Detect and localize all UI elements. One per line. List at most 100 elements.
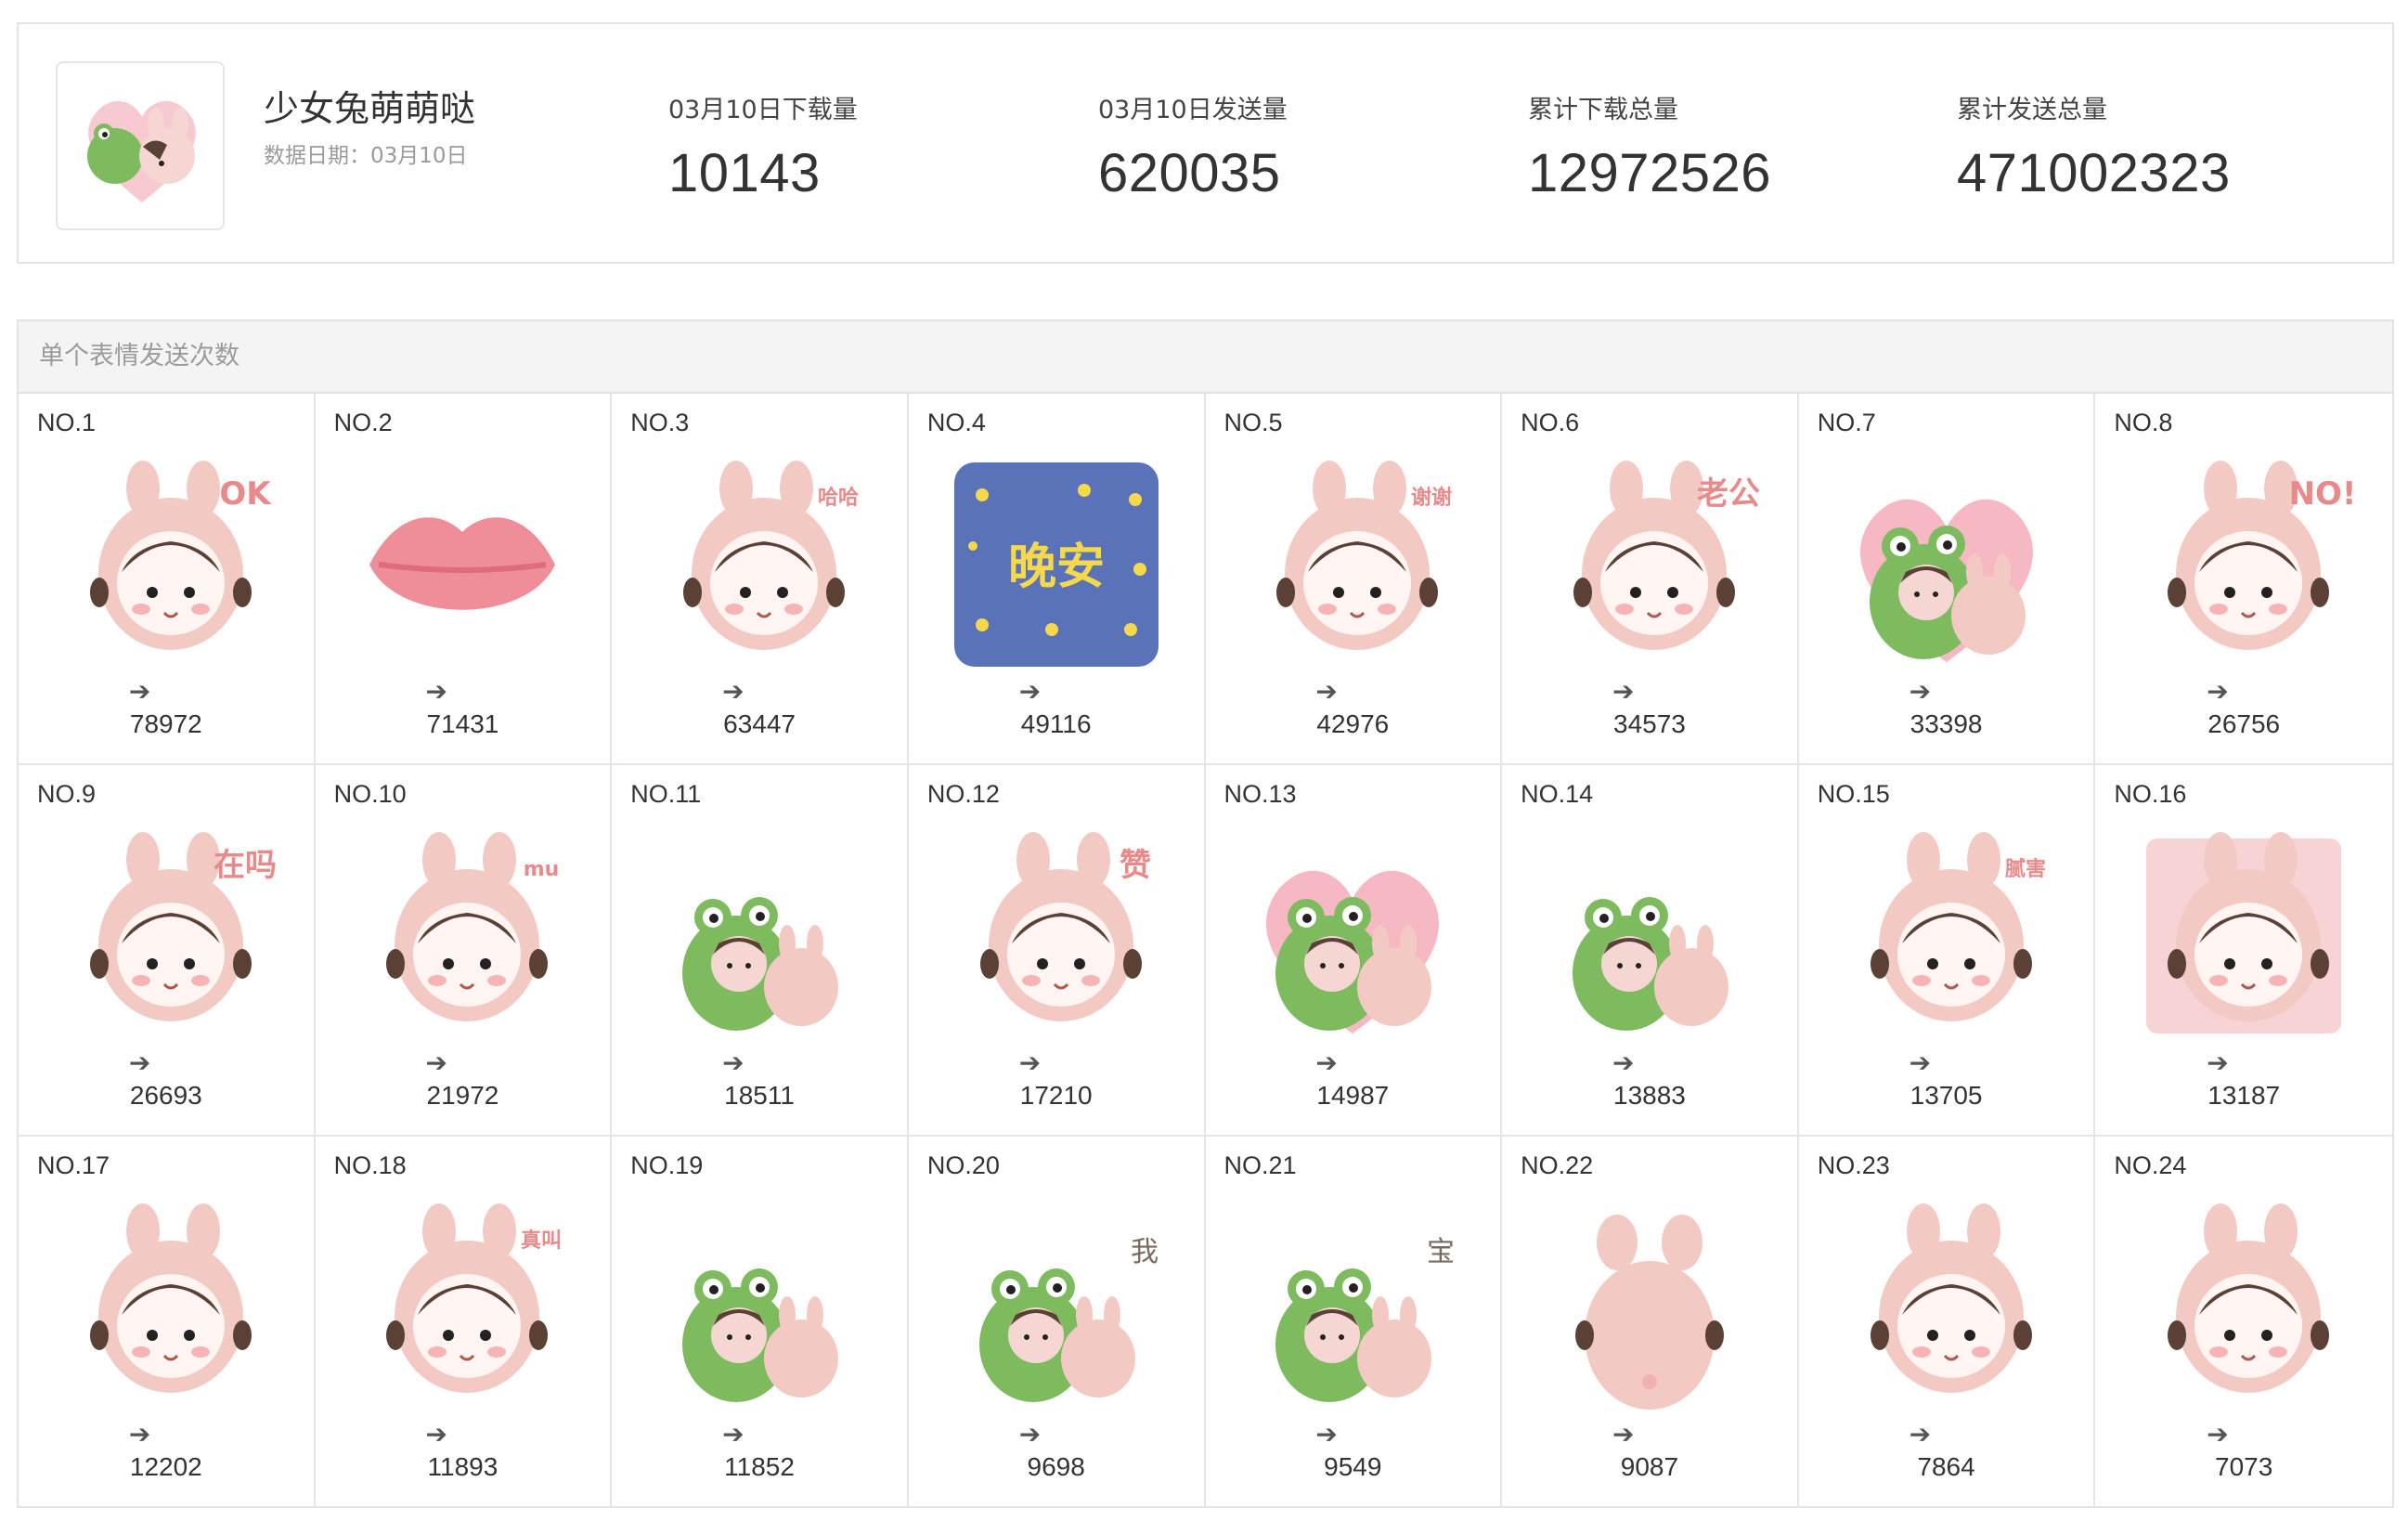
sticker-card[interactable]: NO.12 赞 ➔ 17210 [908,765,1206,1137]
sticker-rank: NO.7 [1817,409,1876,436]
sticker-image: 谢谢 [1241,453,1464,676]
sticker-card[interactable]: NO.23 ➔ 7864 [1799,1137,2096,1508]
svg-text:腻害: 腻害 [2005,857,2046,881]
sticker-card[interactable]: NO.15 腻害 ➔ 13705 [1798,765,2096,1137]
sticker-send-count: 34573 [1613,709,1686,738]
send-arrow-icon: ➔ [722,677,744,706]
sticker-rank: NO.15 [1817,780,1890,808]
sticker-image: 哈哈 [648,453,871,676]
send-arrow-icon: ➔ [425,677,447,706]
sticker-rank: NO.2 [333,409,393,436]
sticker-card[interactable]: NO.19 ➔ 11852 [612,1137,909,1508]
sticker-rank: NO.20 [926,1151,1000,1179]
sticker-rank: NO.3 [630,409,690,436]
sticker-image: 老公 [1538,453,1761,676]
stat-value: 10143 [668,143,821,203]
sticker-image: 真叫 [351,1196,574,1419]
sticker-send-count: 13187 [2207,1081,2281,1110]
sticker-rank: NO.13 [1223,780,1297,808]
sticker-card[interactable]: NO.7 ➔ 33398 [1798,394,2096,765]
stat-label: 累计下载总量 [1528,96,1678,124]
svg-text:老公: 老公 [1697,475,1760,513]
send-arrow-icon: ➔ [425,1420,447,1449]
sticker-card[interactable]: NO.17 ➔ 12202 [19,1137,316,1508]
sticker-card[interactable]: NO.1 OK ➔ 78972 [19,394,316,765]
sticker-send-count: 12202 [129,1452,202,1481]
sticker-card[interactable]: NO.20 我 ➔ 9698 [909,1137,1206,1508]
sticker-send-count: 17210 [1019,1081,1093,1110]
send-arrow-icon: ➔ [2207,1420,2229,1449]
send-arrow-icon: ➔ [1018,1048,1042,1077]
sticker-image [1538,1196,1761,1419]
send-arrow-icon: ➔ [1612,1420,1635,1449]
sticker-rank: NO.17 [37,1151,110,1179]
send-arrow-icon: ➔ [1018,1420,1042,1449]
sticker-grid: NO.1 OK ➔ 78972 NO.2 ➔ 71431 NO.3 哈哈 ➔ 6… [19,394,2392,1508]
pack-summary-card: 少女兔萌萌哒 数据日期：03月10日 03月10日下载量 10143 03月10… [17,22,2394,264]
sticker-card[interactable]: NO.11 ➔ 18511 [612,765,909,1137]
sticker-rank: NO.10 [333,780,407,808]
sticker-image [648,1196,871,1419]
sticker-card[interactable]: NO.16 ➔ 13187 [2095,765,2392,1137]
stat-daily-downloads: 03月10日下载量 10143 [668,89,858,204]
sticker-image [1835,1196,2058,1419]
sticker-image: 在吗 [55,825,278,1047]
sticker-send-count: 13883 [1613,1081,1686,1110]
sticker-send-count: 71431 [426,709,499,738]
sticker-card[interactable]: NO.18 真叫 ➔ 11893 [316,1137,613,1508]
sticker-send-count: 9698 [1027,1452,1085,1481]
sticker-send-count: 49116 [1020,709,1092,738]
sticker-image: 赞 [945,825,1168,1047]
sticker-card[interactable]: NO.3 哈哈 ➔ 63447 [612,394,909,765]
send-arrow-icon: ➔ [1909,1048,1932,1077]
sticker-image [648,825,871,1047]
sticker-card[interactable]: NO.5 谢谢 ➔ 42976 [1205,394,1503,765]
stat-daily-sends: 03月10日发送量 620035 [1098,89,1288,204]
sticker-image [351,453,574,676]
send-arrow-icon: ➔ [1909,677,1932,706]
sticker-rank: NO.5 [1223,409,1283,436]
sticker-send-count: 21972 [426,1081,499,1110]
pack-name: 少女兔萌萌哒 [264,88,476,129]
svg-text:在吗: 在吗 [214,847,277,884]
sticker-rank: NO.24 [2114,1151,2187,1179]
stat-total-sends: 累计发送总量 471002323 [1957,89,2231,204]
sticker-rank: NO.18 [333,1151,407,1179]
sticker-card[interactable]: NO.4 晚安 ➔ 49116 [908,394,1206,765]
pack-thumbnail-art [87,100,196,202]
send-arrow-icon: ➔ [128,1420,151,1449]
sticker-card[interactable]: NO.8 NO! ➔ 26756 [2095,394,2392,765]
sticker-card[interactable]: NO.2 ➔ 71431 [315,394,613,765]
sticker-send-count: 63447 [723,709,796,738]
sticker-send-count: 78972 [129,709,202,738]
send-arrow-icon: ➔ [128,677,151,706]
sticker-send-count: 18511 [724,1081,795,1110]
sticker-card[interactable]: NO.24 ➔ 7073 [2095,1137,2392,1508]
sticker-card[interactable]: NO.22 ➔ 9087 [1502,1137,1799,1508]
svg-text:NO!: NO! [2289,475,2355,513]
section-title: 单个表情发送次数 [19,321,2392,394]
sticker-send-ranking: 单个表情发送次数 NO.1 OK ➔ 78972 NO.2 ➔ 71431 NO… [17,319,2394,1508]
sticker-card[interactable]: NO.14 ➔ 13883 [1502,765,1799,1137]
send-arrow-icon: ➔ [722,1420,744,1449]
sticker-card[interactable]: NO.10 mu ➔ 21972 [315,765,613,1137]
sticker-send-count: 13705 [1910,1081,1983,1110]
sticker-send-count: 7073 [2215,1452,2273,1481]
sticker-image [1538,825,1761,1047]
sticker-image [55,1196,278,1419]
svg-text:赞: 赞 [1120,847,1151,884]
svg-text:宝: 宝 [1427,1236,1455,1268]
sticker-rank: NO.21 [1223,1151,1297,1179]
send-arrow-icon: ➔ [722,1048,744,1077]
send-arrow-icon: ➔ [1018,677,1042,706]
stat-label: 03月10日下载量 [668,96,858,124]
sticker-image: NO! [2132,453,2357,676]
sticker-card[interactable]: NO.9 在吗 ➔ 26693 [19,765,316,1137]
send-arrow-icon: ➔ [1909,1420,1932,1449]
svg-text:哈哈: 哈哈 [818,486,859,510]
sticker-card[interactable]: NO.21 宝 ➔ 9549 [1206,1137,1503,1508]
sticker-image: mu [351,825,574,1047]
sticker-image: 腻害 [1835,825,2058,1047]
sticker-card[interactable]: NO.13 ➔ 14987 [1205,765,1503,1137]
sticker-card[interactable]: NO.6 老公 ➔ 34573 [1502,394,1799,765]
